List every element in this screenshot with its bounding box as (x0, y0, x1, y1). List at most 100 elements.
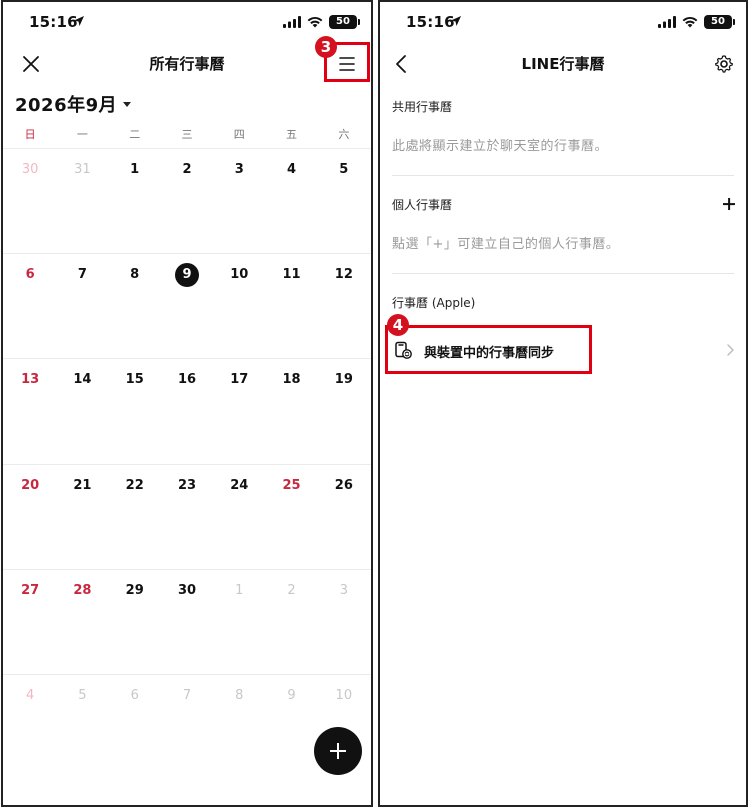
day-number: 2 (182, 162, 192, 177)
day-number: 3 (234, 162, 244, 177)
calendar-day-cell[interactable]: 27 (4, 570, 56, 674)
day-number: 29 (125, 582, 144, 598)
calendar-day-cell[interactable]: 3 (318, 570, 370, 674)
calendar-grid: 30 31 1 2 3 4 5 6 7 8 9 10 11 12 13 14 15 16 17 18 19 20 21 22 2… (3, 148, 371, 779)
calendar-day-cell[interactable]: 29 (109, 570, 161, 674)
day-number: 15 (125, 372, 144, 388)
day-number: 21 (73, 477, 92, 493)
calendar-day-cell[interactable]: 1 (213, 570, 265, 674)
add-event-button[interactable] (314, 727, 362, 775)
calendar-day-cell[interactable]: 6 (109, 675, 161, 779)
calendar-day-cell[interactable]: 7 (56, 254, 108, 358)
status-bar: 15:16 50 (380, 2, 746, 44)
calendar-day-cell[interactable]: 26 (318, 465, 370, 569)
calendar-day-cell[interactable]: 9 (161, 254, 213, 358)
calendar-week-row: 4 5 6 7 8 9 10 (3, 673, 371, 779)
weekday-label: 六 (338, 128, 350, 141)
weekday-label: 四 (233, 128, 245, 141)
calendar-day-cell[interactable]: 12 (318, 254, 370, 358)
day-number: 9 (287, 687, 296, 703)
day-number: 7 (182, 687, 192, 703)
day-number: 12 (334, 267, 353, 283)
calendar-day-cell[interactable]: 10 (213, 254, 265, 358)
calendar-day-cell[interactable]: 19 (318, 359, 370, 463)
day-number: 28 (73, 582, 92, 598)
calendar-day-cell[interactable]: 22 (109, 465, 161, 569)
calendar-day-cell[interactable]: 2 (161, 149, 213, 253)
day-number: 20 (21, 477, 40, 493)
battery-icon: 50 (329, 15, 360, 29)
all-calendars-screen: 15:16 50 所有行事曆 3 2026年9月 日一二三四五六 30 31 1 2 3… (1, 0, 373, 807)
day-number: 26 (334, 477, 353, 493)
day-number: 19 (334, 372, 353, 388)
calendar-week-row: 27 28 29 30 1 2 3 (3, 568, 371, 674)
wifi-icon (682, 16, 698, 28)
shared-calendars-label: 共用行事曆 (392, 100, 453, 114)
calendar-day-cell[interactable]: 21 (56, 465, 108, 569)
calendar-day-cell[interactable]: 5 (56, 675, 108, 779)
highlight-box-sync (385, 325, 592, 374)
status-time: 15:16 (29, 13, 78, 31)
day-number: 30 (177, 582, 197, 598)
calendar-week-row: 20 21 22 23 24 25 26 (3, 463, 371, 569)
calendar-day-cell[interactable]: 2 (265, 570, 317, 674)
day-number: 4 (26, 687, 35, 703)
calendar-day-cell[interactable]: 6 (4, 254, 56, 358)
day-number: 16 (177, 372, 197, 388)
personal-calendars-desc: 點選「+」可建立自己的個人行事曆。 (392, 237, 620, 252)
day-number: 9 (174, 263, 199, 288)
calendar-day-cell[interactable]: 8 (213, 675, 265, 779)
plus-icon[interactable] (722, 197, 736, 211)
calendar-day-cell[interactable]: 1 (109, 149, 161, 253)
calendar-day-cell[interactable]: 16 (161, 359, 213, 463)
calendar-day-cell[interactable]: 4 (265, 149, 317, 253)
calendar-day-cell[interactable]: 20 (4, 465, 56, 569)
calendar-day-cell[interactable]: 11 (265, 254, 317, 358)
location-arrow-icon (451, 16, 461, 26)
gear-icon[interactable] (712, 52, 736, 76)
step-badge-4: 4 (387, 314, 409, 336)
battery-icon: 50 (704, 15, 735, 29)
weekday-label: 一 (76, 128, 88, 141)
divider (392, 175, 734, 176)
calendar-day-cell[interactable]: 9 (265, 675, 317, 779)
calendar-day-cell[interactable]: 18 (265, 359, 317, 463)
calendar-day-cell[interactable]: 4 (4, 675, 56, 779)
calendar-day-cell[interactable]: 31 (56, 149, 108, 253)
signal-icon (283, 16, 301, 28)
signal-icon (658, 16, 676, 28)
calendar-day-cell[interactable]: 3 (213, 149, 265, 253)
weekday-label: 日 (24, 128, 36, 141)
step-badge-3: 3 (315, 36, 337, 58)
month-title: 2026年9月 (15, 95, 118, 116)
day-number: 8 (130, 267, 140, 283)
day-number: 13 (21, 372, 40, 388)
day-number: 1 (130, 162, 140, 177)
day-number: 5 (339, 162, 349, 177)
calendar-day-cell[interactable]: 7 (161, 675, 213, 779)
day-number: 1 (235, 582, 244, 598)
day-number: 8 (235, 687, 244, 703)
calendar-day-cell[interactable]: 8 (109, 254, 161, 358)
calendar-day-cell[interactable]: 28 (56, 570, 108, 674)
calendar-day-cell[interactable]: 23 (161, 465, 213, 569)
day-number: 6 (130, 687, 139, 703)
calendar-day-cell[interactable]: 13 (4, 359, 56, 463)
day-number: 22 (125, 477, 144, 493)
calendar-day-cell[interactable]: 30 (4, 149, 56, 253)
calendar-day-cell[interactable]: 25 (265, 465, 317, 569)
calendar-week-row: 6 7 8 9 10 11 12 (3, 253, 371, 358)
calendar-day-cell[interactable]: 24 (213, 465, 265, 569)
shared-calendars-desc: 此處將顯示建立於聊天室的行事曆。 (392, 139, 609, 154)
calendar-day-cell[interactable]: 15 (109, 359, 161, 463)
day-number: 6 (25, 267, 35, 283)
month-selector[interactable]: 2026年9月 (15, 92, 132, 116)
day-number: 10 (335, 687, 353, 703)
weekday-label: 三 (181, 128, 193, 141)
calendar-day-cell[interactable]: 5 (318, 149, 370, 253)
calendar-day-cell[interactable]: 17 (213, 359, 265, 463)
calendar-day-cell[interactable]: 30 (161, 570, 213, 674)
day-number: 24 (230, 477, 249, 493)
calendar-day-cell[interactable]: 14 (56, 359, 108, 463)
personal-calendars-label: 個人行事曆 (392, 198, 453, 212)
